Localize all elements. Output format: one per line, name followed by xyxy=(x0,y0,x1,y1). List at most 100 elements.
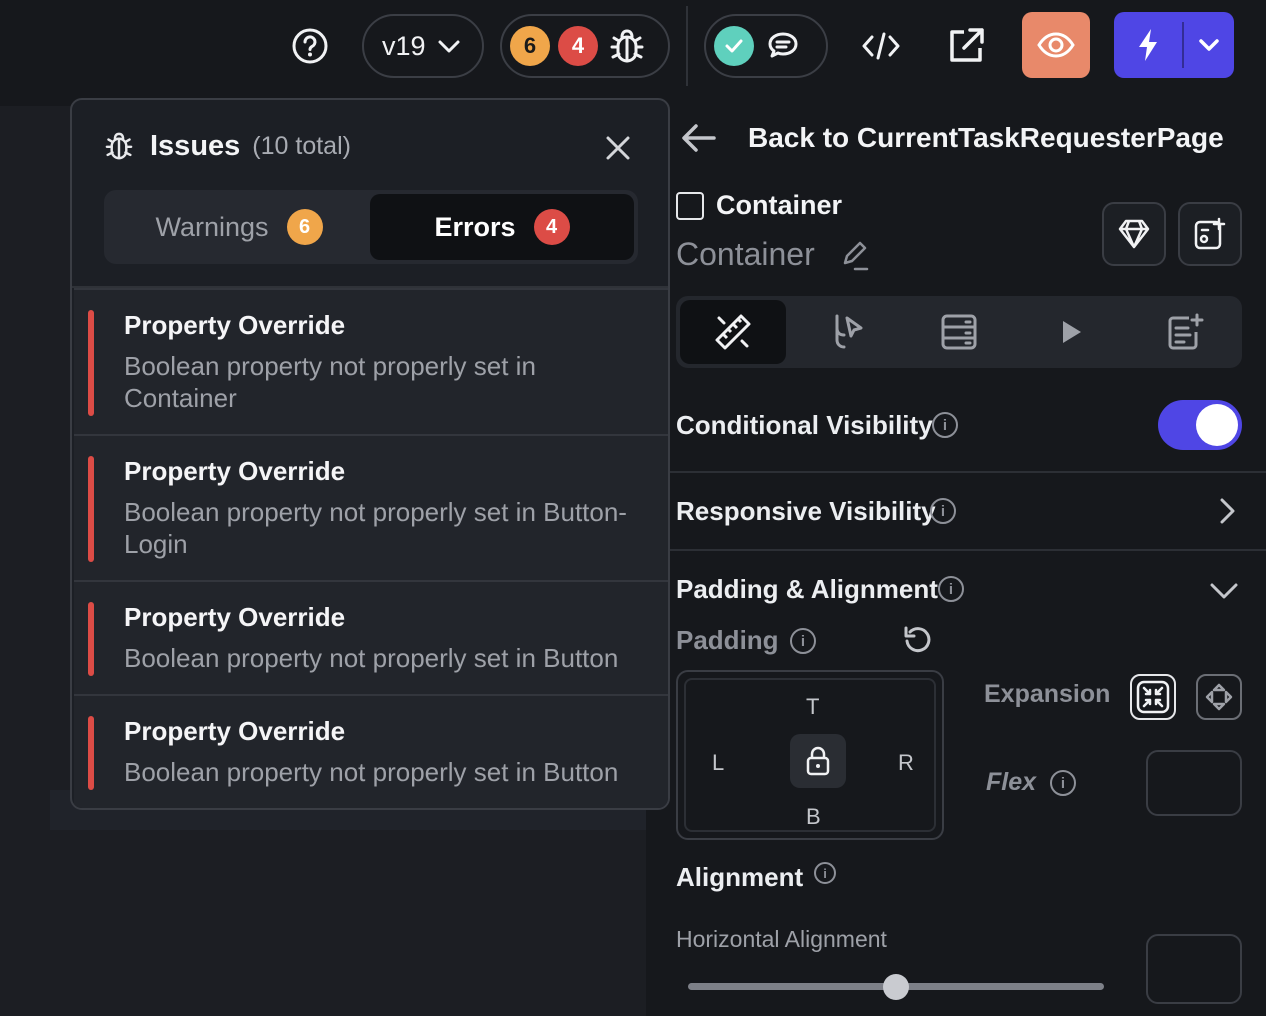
tab-backend-query[interactable] xyxy=(906,300,1012,364)
errors-count-badge: 4 xyxy=(533,209,570,245)
info-icon[interactable]: i xyxy=(814,862,836,884)
chevron-down-icon xyxy=(438,40,460,53)
expansion-label: Expansion xyxy=(984,680,1111,708)
issue-description: Boolean property not properly set in Con… xyxy=(124,351,536,413)
error-indicator xyxy=(88,602,94,676)
code-icon[interactable] xyxy=(856,24,906,68)
issue-item[interactable]: Property Override Boolean property not p… xyxy=(74,288,668,434)
bug-icon xyxy=(105,132,133,160)
toolbar-divider xyxy=(686,6,688,86)
slider-handle[interactable] xyxy=(883,974,909,1000)
chat-icon xyxy=(768,32,798,58)
back-label: Back to CurrentTaskRequesterPage xyxy=(748,122,1224,153)
padding-editor: T L R B xyxy=(676,670,944,840)
issues-button[interactable]: 6 4 xyxy=(500,14,670,78)
back-link[interactable]: Back to CurrentTaskRequesterPage xyxy=(680,122,1224,154)
conditional-visibility-label: Conditional Visibility xyxy=(676,410,933,440)
responsive-visibility-label[interactable]: Responsive Visibility xyxy=(676,496,936,527)
help-icon[interactable] xyxy=(288,24,332,68)
info-icon[interactable]: i xyxy=(930,498,956,524)
check-icon xyxy=(714,26,754,66)
issue-title: Property Override xyxy=(124,310,346,340)
padding-label: Padding xyxy=(676,625,779,655)
chevron-right-icon[interactable] xyxy=(1214,496,1240,526)
chevron-down-icon[interactable] xyxy=(1208,578,1240,604)
ruler-pencil-icon xyxy=(715,314,751,350)
flex-label: Flex xyxy=(986,768,1037,796)
issues-header: Issues (10 total) xyxy=(102,128,351,164)
alignment-label: Alignment xyxy=(676,862,804,892)
issue-item[interactable]: Property Override Boolean property not p… xyxy=(74,580,668,694)
issue-title: Property Override xyxy=(124,716,346,746)
status-button[interactable] xyxy=(704,14,828,78)
lightning-icon[interactable] xyxy=(1114,12,1182,78)
close-icon[interactable] xyxy=(598,128,638,168)
error-indicator xyxy=(88,716,94,790)
shrink-icon[interactable] xyxy=(1130,674,1176,720)
version-selector[interactable]: v19 xyxy=(362,14,484,78)
run-button[interactable] xyxy=(1114,12,1234,78)
padding-right[interactable]: R xyxy=(898,750,914,776)
open-external-icon[interactable] xyxy=(944,24,988,68)
issue-title: Property Override xyxy=(124,602,346,632)
tab-errors-label: Errors xyxy=(434,211,516,242)
tab-animations[interactable] xyxy=(1018,300,1124,364)
padding-inner: T L R B xyxy=(684,678,936,832)
divider xyxy=(670,471,1266,473)
issue-description: Boolean property not properly set in But… xyxy=(124,497,627,559)
error-indicator xyxy=(88,310,94,416)
padding-alignment-label[interactable]: Padding & Alignment xyxy=(676,574,938,605)
add-widget-icon[interactable] xyxy=(1178,202,1242,266)
padding-bottom[interactable]: B xyxy=(806,804,821,830)
tab-errors[interactable]: Errors 4 xyxy=(370,194,634,260)
bug-icon xyxy=(610,29,644,63)
tab-properties[interactable] xyxy=(680,300,786,364)
divider xyxy=(670,549,1266,551)
version-label: v19 xyxy=(382,30,426,61)
info-icon[interactable]: i xyxy=(938,576,964,602)
tab-notes[interactable] xyxy=(1132,300,1238,364)
widget-type-label: Container xyxy=(716,190,843,220)
issue-item[interactable]: Property Override Boolean property not p… xyxy=(74,694,668,808)
edit-icon[interactable] xyxy=(839,239,871,271)
issues-popup: Issues (10 total) Warnings 6 Errors 4 Pr… xyxy=(70,98,670,810)
panel-tabs xyxy=(676,296,1242,368)
warnings-count-badge: 6 xyxy=(510,26,550,66)
widget-name[interactable]: Container xyxy=(676,236,815,273)
database-icon xyxy=(941,314,977,350)
arrow-left-icon xyxy=(682,124,716,152)
conditional-visibility-toggle[interactable] xyxy=(1158,400,1242,450)
info-icon[interactable]: i xyxy=(790,628,816,654)
flex-input[interactable] xyxy=(1146,750,1242,816)
padding-left[interactable]: L xyxy=(712,750,724,776)
lock-icon[interactable] xyxy=(790,734,846,788)
tab-warnings[interactable]: Warnings 6 xyxy=(108,194,370,260)
toggle-knob xyxy=(1196,404,1238,446)
widget-checkbox[interactable] xyxy=(676,191,704,220)
errors-count-badge: 4 xyxy=(558,26,598,66)
widget-type-row: Container xyxy=(676,190,842,221)
warnings-count-badge: 6 xyxy=(286,209,323,245)
issue-title: Property Override xyxy=(124,456,346,486)
widget-name-row: Container xyxy=(676,236,871,273)
reset-icon[interactable] xyxy=(902,624,934,656)
play-icon xyxy=(1063,321,1081,343)
top-toolbar: v19 6 4 xyxy=(0,0,1266,106)
diamond-icon[interactable] xyxy=(1102,202,1166,266)
expand-icon[interactable] xyxy=(1196,674,1242,720)
tab-actions[interactable] xyxy=(794,300,900,364)
eye-icon xyxy=(1037,32,1075,58)
issue-description: Boolean property not properly set in But… xyxy=(124,757,619,787)
horizontal-alignment-input[interactable] xyxy=(1146,934,1242,1004)
issue-item[interactable]: Property Override Boolean property not p… xyxy=(74,434,668,580)
issues-tabs: Warnings 6 Errors 4 xyxy=(104,190,638,264)
issues-title: Issues xyxy=(150,129,241,162)
chevron-down-icon[interactable] xyxy=(1184,12,1234,78)
info-icon[interactable]: i xyxy=(932,412,958,438)
info-icon[interactable]: i xyxy=(1050,770,1076,796)
padding-top[interactable]: T xyxy=(806,694,819,720)
error-indicator xyxy=(88,456,94,562)
tab-warnings-label: Warnings xyxy=(155,211,269,242)
preview-button[interactable] xyxy=(1022,12,1090,78)
issues-total: (10 total) xyxy=(252,131,351,160)
